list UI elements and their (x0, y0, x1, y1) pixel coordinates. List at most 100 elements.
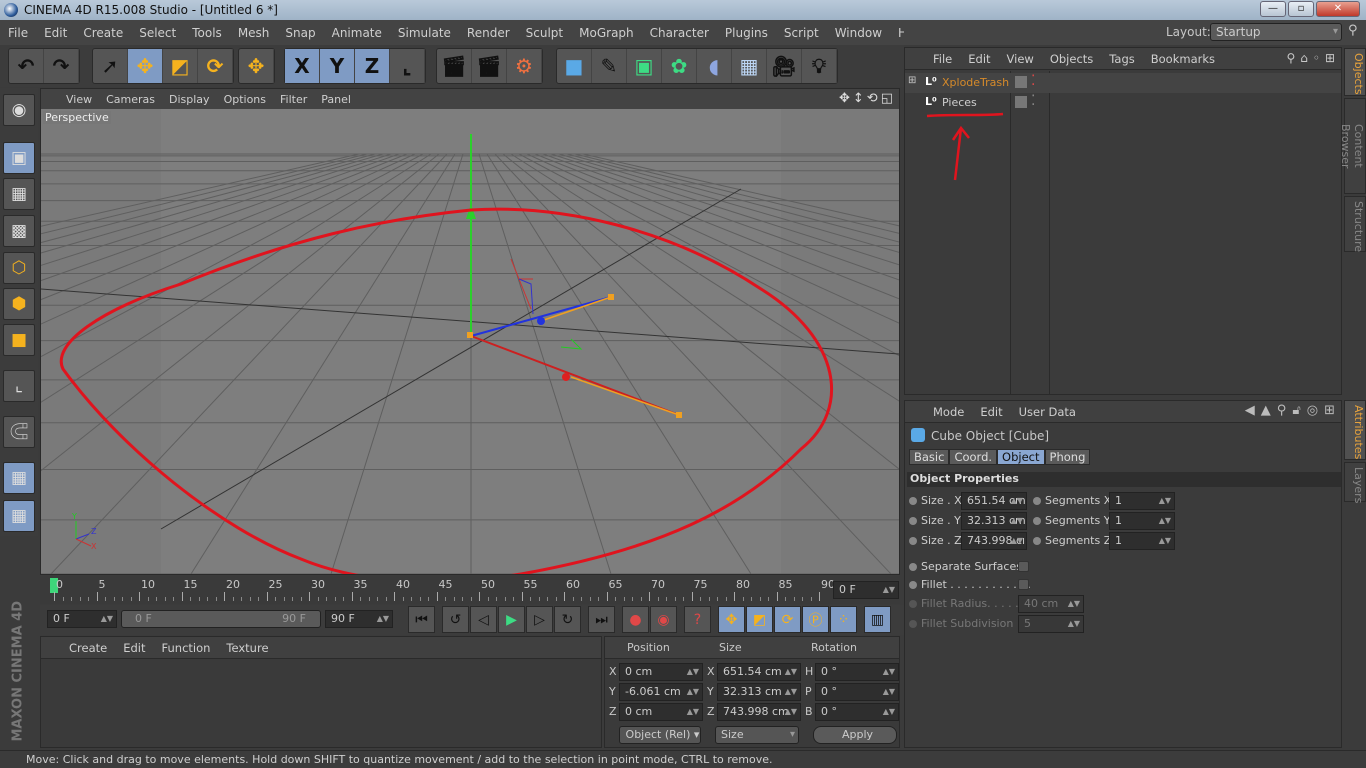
camera-button[interactable]: 🎥︎ (767, 49, 802, 83)
deformer-button[interactable]: ◖ (697, 49, 732, 83)
live-selection-button[interactable]: ➚ (93, 49, 128, 83)
tab-basic[interactable]: Basic (909, 449, 950, 465)
layout-dropdown[interactable]: Startup ▾ (1210, 23, 1342, 41)
end-frame-field[interactable]: 90 F ▲▼ (325, 610, 393, 628)
viewport-canvas[interactable]: Perspective Y ZX (0, 109, 1366, 584)
maximize-view-icon[interactable]: ◱ (881, 91, 893, 106)
tab-object[interactable]: Object (997, 449, 1045, 465)
tab-phong[interactable]: Phong (1044, 449, 1091, 465)
size-x-field[interactable]: 651.54 cm ▲▼ (961, 492, 1027, 510)
expand-icon[interactable]: ⊞ (908, 75, 916, 86)
menu-simulate[interactable]: Simulate (390, 26, 459, 40)
position-field[interactable]: -6.061 cm ▲▼ (619, 683, 703, 701)
record-button[interactable]: ● (622, 606, 649, 633)
frame-range-slider[interactable]: 0 F 90 F (121, 610, 321, 628)
workplane-button[interactable]: ▦ (3, 500, 35, 532)
key-scale-button[interactable]: ◩ (746, 606, 773, 633)
z-handle-dot[interactable] (537, 317, 545, 325)
snap-button[interactable]: 🧲︎ (3, 416, 35, 448)
menu-select[interactable]: Select (131, 26, 184, 40)
tab-content-browser[interactable]: Content Browser (1339, 98, 1366, 194)
rotation-field[interactable]: 0 ° ▲▼ (815, 683, 899, 701)
cube-button[interactable]: ■ (557, 49, 592, 83)
viewport-menu-filter[interactable]: Filter (273, 93, 314, 106)
visibility-dots-icon[interactable]: ⁚ (1031, 73, 1035, 89)
rotation-field[interactable]: 0 ° ▲▼ (815, 703, 899, 721)
dolly-icon[interactable]: ↕ (853, 91, 864, 106)
scale-button[interactable]: ◩ (163, 49, 198, 83)
size-field[interactable]: 743.998 cm ▲▼ (717, 703, 801, 721)
menu-mesh[interactable]: Mesh (230, 26, 278, 40)
tab-attributes[interactable]: Attributes (1344, 400, 1366, 460)
segments-z-field[interactable]: 1 ▲▼ (1109, 532, 1175, 550)
position-field[interactable]: 0 cm ▲▼ (619, 703, 703, 721)
menu-bookmarks[interactable]: Bookmarks (1143, 52, 1223, 66)
last-tool-button[interactable]: ✥ (239, 49, 274, 83)
fillet-subdivision-field[interactable]: 5 ▲▼ (1018, 615, 1084, 633)
timeline-button[interactable]: ▥ (864, 606, 891, 633)
floor-button[interactable]: ▦ (732, 49, 767, 83)
search-icon[interactable]: ⚲ (1348, 23, 1358, 38)
coordinate-system-button[interactable]: ⌞ (390, 49, 425, 83)
pen-spline-button[interactable]: ✎ (592, 49, 627, 83)
prev-frame-button[interactable]: ◁ (470, 606, 497, 633)
viewport-menu-panel[interactable]: Panel (314, 93, 358, 106)
polygons-mode-button[interactable]: ■ (3, 324, 35, 356)
key-position-button[interactable]: ✥ (718, 606, 745, 633)
x-size-handle[interactable] (676, 412, 682, 418)
menu-texture[interactable]: Texture (218, 641, 276, 655)
menu-file[interactable]: File (0, 26, 36, 40)
minimize-button[interactable]: — (1260, 1, 1286, 17)
make-editable-button[interactable]: ◉ (3, 94, 35, 126)
home-icon[interactable]: ⌂ (1300, 51, 1308, 65)
redo-button[interactable]: ↷ (44, 49, 79, 83)
keyframe-selection-button[interactable]: ? (684, 606, 711, 633)
go-to-end-button[interactable]: ⏭ (588, 606, 615, 633)
render-picture-viewer-button[interactable]: 🎬︎ (472, 49, 507, 83)
prev-key-button[interactable]: ↺ (442, 606, 469, 633)
next-key-button[interactable]: ↻ (554, 606, 581, 633)
object-name[interactable]: XplodeTrash (942, 76, 1009, 89)
new-panel-icon[interactable]: ⊞ (1324, 403, 1335, 418)
cloner-button[interactable]: ✿ (662, 49, 697, 83)
menu-edit[interactable]: Edit (115, 641, 153, 655)
menu-tools[interactable]: Tools (184, 26, 230, 40)
points-mode-button[interactable]: ⬡ (3, 252, 35, 284)
viewport-menu-view[interactable]: View (59, 93, 99, 106)
menu-snap[interactable]: Snap (277, 26, 323, 40)
target-icon[interactable]: ◎ (1307, 403, 1318, 418)
apply-button[interactable]: Apply (813, 726, 897, 744)
search-icon[interactable]: ⚲ (1277, 403, 1287, 418)
menu-edit[interactable]: Edit (972, 405, 1010, 419)
size-y-field[interactable]: 32.313 cm ▲▼ (961, 512, 1027, 530)
render-settings-button[interactable]: ⚙ (507, 49, 542, 83)
menu-script[interactable]: Script (776, 26, 827, 40)
y-axis-lock-button[interactable]: Y (320, 49, 355, 83)
key-param-button[interactable]: Ⓟ (802, 606, 829, 633)
size-mode-dropdown[interactable]: Size ▾ (715, 726, 799, 744)
tab-objects[interactable]: Objects (1344, 48, 1366, 96)
fillet-checkbox[interactable] (1018, 579, 1029, 590)
tab-structure[interactable]: Structure (1344, 196, 1366, 252)
edges-mode-button[interactable]: ⬢ (3, 288, 35, 320)
play-button[interactable]: ▶ (498, 606, 525, 633)
menu-mode[interactable]: Mode (925, 405, 972, 419)
x-axis-lock-button[interactable]: X (285, 49, 320, 83)
texture-mode-button[interactable]: ▦ (3, 178, 35, 210)
layer-icon[interactable] (1015, 96, 1027, 108)
workplane-mode-button[interactable]: ▩ (3, 215, 35, 247)
tab-coord[interactable]: Coord. (949, 449, 998, 465)
tab-layers[interactable]: Layers (1344, 462, 1366, 503)
timeline-ruler[interactable]: 0 5 10 15 20 25 30 35 40 45 50 55 60 65 70 75 80 85 90 0 F… (40, 576, 900, 604)
separate-surfaces-checkbox[interactable] (1018, 561, 1029, 572)
coord-mode-dropdown[interactable]: Object (Rel) ▾ (619, 726, 701, 744)
back-icon[interactable]: ◀ (1245, 403, 1255, 418)
move-button[interactable]: ✥ (128, 49, 163, 83)
visibility-dots-icon[interactable]: ⁚ (1031, 93, 1035, 109)
origin-handle[interactable] (467, 332, 473, 338)
autokey-button[interactable]: ◉ (650, 606, 677, 633)
key-rotation-button[interactable]: ⟳ (774, 606, 801, 633)
go-to-start-button[interactable]: ⏮ (408, 606, 435, 633)
axis-mode-button[interactable]: ⌞ (3, 370, 35, 402)
start-frame-field[interactable]: 0 F ▲▼ (47, 610, 117, 628)
